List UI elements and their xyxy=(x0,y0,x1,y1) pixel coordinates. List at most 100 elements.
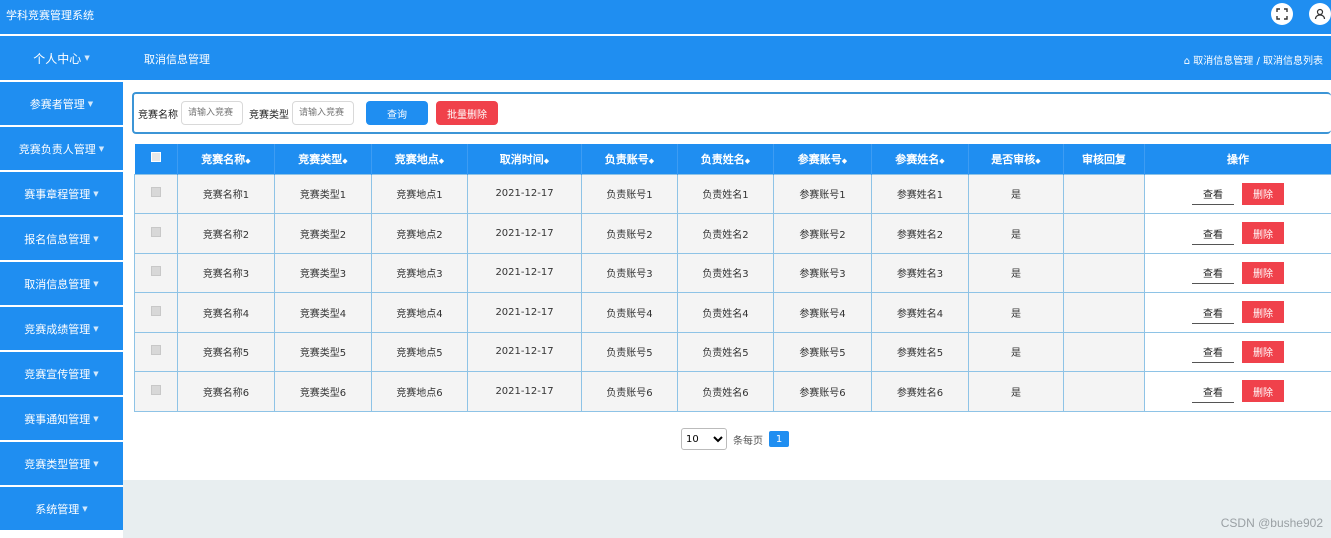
sidebar-item-scores[interactable]: 竞赛成绩管理 ▼ xyxy=(0,307,123,350)
cell: 竞赛类型2 xyxy=(274,213,372,254)
pagination: 10 条每页 1 xyxy=(681,428,789,450)
batch-delete-button[interactable]: 批量删除 xyxy=(436,101,498,125)
column-header[interactable]: 竞赛地点◆ xyxy=(371,144,468,174)
delete-button[interactable]: 删除 xyxy=(1242,380,1284,402)
cell: 竞赛地点1 xyxy=(371,173,468,214)
column-header[interactable]: 竞赛类型◆ xyxy=(274,144,372,174)
type-label: 竞赛类型 xyxy=(249,109,289,121)
cell: 竞赛地点3 xyxy=(371,252,468,293)
cell: 参赛账号4 xyxy=(773,292,872,333)
delete-button[interactable]: 删除 xyxy=(1242,222,1284,244)
cell: 竞赛类型5 xyxy=(274,331,372,372)
sidebar-item-label: 报名信息管理 xyxy=(24,232,91,246)
view-button[interactable]: 查看 xyxy=(1192,262,1234,284)
sidebar-item-types[interactable]: 竞赛类型管理 ▼ xyxy=(0,442,123,485)
sidebar-item-notices[interactable]: 赛事通知管理 ▼ xyxy=(0,397,123,440)
cell: 负责姓名4 xyxy=(677,292,774,333)
cell xyxy=(1063,331,1145,372)
cell: 参赛姓名6 xyxy=(871,371,969,412)
chevron-down-icon: ▼ xyxy=(87,99,94,108)
select-all-checkbox[interactable] xyxy=(134,144,178,174)
cell: 是 xyxy=(968,292,1064,333)
column-header[interactable]: 负责账号◆ xyxy=(581,144,678,174)
row-checkbox[interactable] xyxy=(134,213,178,254)
column-header[interactable]: 竞赛名称◆ xyxy=(177,144,275,174)
row-checkbox[interactable] xyxy=(134,371,178,412)
chevron-down-icon: ▼ xyxy=(93,279,99,288)
home-icon[interactable]: ⌂ xyxy=(1184,56,1190,67)
user-center-menu[interactable]: 个人中心 ▼ xyxy=(0,36,123,80)
column-header[interactable]: 取消时间◆ xyxy=(467,144,582,174)
delete-button[interactable]: 删除 xyxy=(1242,301,1284,323)
sidebar-item-participants[interactable]: 参赛者管理 ▼ xyxy=(0,82,123,125)
cell: 2021-12-17 xyxy=(467,252,582,293)
cell: 2021-12-17 xyxy=(467,371,582,412)
sidebar-item-rules[interactable]: 赛事章程管理 ▼ xyxy=(0,172,123,215)
view-button[interactable]: 查看 xyxy=(1192,183,1234,205)
cell: 参赛姓名5 xyxy=(871,331,969,372)
sort-icon: ◆ xyxy=(744,156,751,165)
table-row: 竞赛名称5 竞赛类型5 竞赛地点5 2021-12-17 负责账号5 负责姓名5… xyxy=(134,331,1331,372)
name-search-input[interactable] xyxy=(181,101,243,125)
sort-icon: ◆ xyxy=(438,156,445,165)
cell: 参赛姓名4 xyxy=(871,292,969,333)
cell: 负责账号4 xyxy=(581,292,678,333)
column-header[interactable]: 负责姓名◆ xyxy=(677,144,774,174)
chevron-down-icon: ▼ xyxy=(93,189,99,198)
cell: 负责账号5 xyxy=(581,331,678,372)
main-content: 竞赛名称 竞赛类型 查询 批量删除 竞赛名称◆ 竞赛类型◆ 竞赛地点◆ 取消时间… xyxy=(123,80,1331,538)
actions-cell: 查看 删除 xyxy=(1144,371,1331,412)
cell: 2021-12-17 xyxy=(467,213,582,254)
column-header[interactable]: 是否审核◆ xyxy=(968,144,1064,174)
sidebar-item-registration[interactable]: 报名信息管理 ▼ xyxy=(0,217,123,260)
view-button[interactable]: 查看 xyxy=(1192,301,1234,324)
row-checkbox[interactable] xyxy=(134,331,178,372)
page-size-select[interactable]: 10 xyxy=(681,428,727,450)
table-row: 竞赛名称6 竞赛类型6 竞赛地点6 2021-12-17 负责账号6 负责姓名6… xyxy=(134,371,1331,412)
row-checkbox[interactable] xyxy=(134,252,178,293)
cell: 参赛姓名1 xyxy=(871,173,969,214)
page-number-button[interactable]: 1 xyxy=(769,431,789,447)
cell: 参赛姓名2 xyxy=(871,213,969,254)
sidebar-item-system[interactable]: 系统管理 ▼ xyxy=(0,487,123,530)
type-search-input[interactable] xyxy=(292,101,354,125)
row-checkbox[interactable] xyxy=(134,173,178,214)
user-icon[interactable] xyxy=(1309,3,1331,25)
sidebar-item-label: 系统管理 xyxy=(35,502,80,516)
cell: 参赛账号2 xyxy=(773,213,872,254)
column-header: 操作 xyxy=(1144,144,1331,174)
view-button[interactable]: 查看 xyxy=(1192,341,1234,363)
cell xyxy=(1063,252,1145,293)
sidebar-item-label: 赛事通知管理 xyxy=(24,412,91,426)
actions-cell: 查看 删除 xyxy=(1144,331,1331,372)
view-button[interactable]: 查看 xyxy=(1192,380,1234,403)
cell: 竞赛地点5 xyxy=(371,331,468,372)
cell: 是 xyxy=(968,252,1064,293)
cell: 负责姓名5 xyxy=(677,331,774,372)
sidebar-item-cancellation[interactable]: 取消信息管理 ▼ xyxy=(0,262,123,305)
query-button[interactable]: 查询 xyxy=(366,101,428,125)
column-header[interactable]: 参赛账号◆ xyxy=(773,144,872,174)
table-header-row: 竞赛名称◆ 竞赛类型◆ 竞赛地点◆ 取消时间◆ 负责账号◆ 负责姓名◆ 参赛账号… xyxy=(134,144,1331,174)
sidebar-item-leaders[interactable]: 竞赛负责人管理 ▼ xyxy=(0,127,123,170)
cell: 参赛账号5 xyxy=(773,331,872,372)
view-button[interactable]: 查看 xyxy=(1192,222,1234,245)
table-row: 竞赛名称3 竞赛类型3 竞赛地点3 2021-12-17 负责账号3 负责姓名3… xyxy=(134,252,1331,293)
page-title: 取消信息管理 xyxy=(144,53,210,66)
cell: 竞赛地点4 xyxy=(371,292,468,333)
delete-button[interactable]: 删除 xyxy=(1242,340,1284,363)
chevron-down-icon: ▼ xyxy=(82,504,88,513)
cell: 是 xyxy=(968,371,1064,412)
delete-button[interactable]: 删除 xyxy=(1242,182,1284,205)
column-header[interactable]: 参赛姓名◆ xyxy=(871,144,969,174)
row-checkbox[interactable] xyxy=(134,292,178,333)
sidebar-item-promotion[interactable]: 竞赛宣传管理 ▼ xyxy=(0,352,123,395)
cell: 竞赛名称6 xyxy=(177,371,275,412)
sort-icon: ◆ xyxy=(648,156,655,165)
chevron-down-icon: ▼ xyxy=(98,144,105,153)
per-page-label: 条每页 xyxy=(733,435,763,447)
table-row: 竞赛名称1 竞赛类型1 竞赛地点1 2021-12-17 负责账号1 负责姓名1… xyxy=(134,173,1331,214)
fullscreen-icon[interactable] xyxy=(1271,3,1293,25)
delete-button[interactable]: 删除 xyxy=(1242,261,1284,284)
cell: 负责姓名1 xyxy=(677,173,774,214)
